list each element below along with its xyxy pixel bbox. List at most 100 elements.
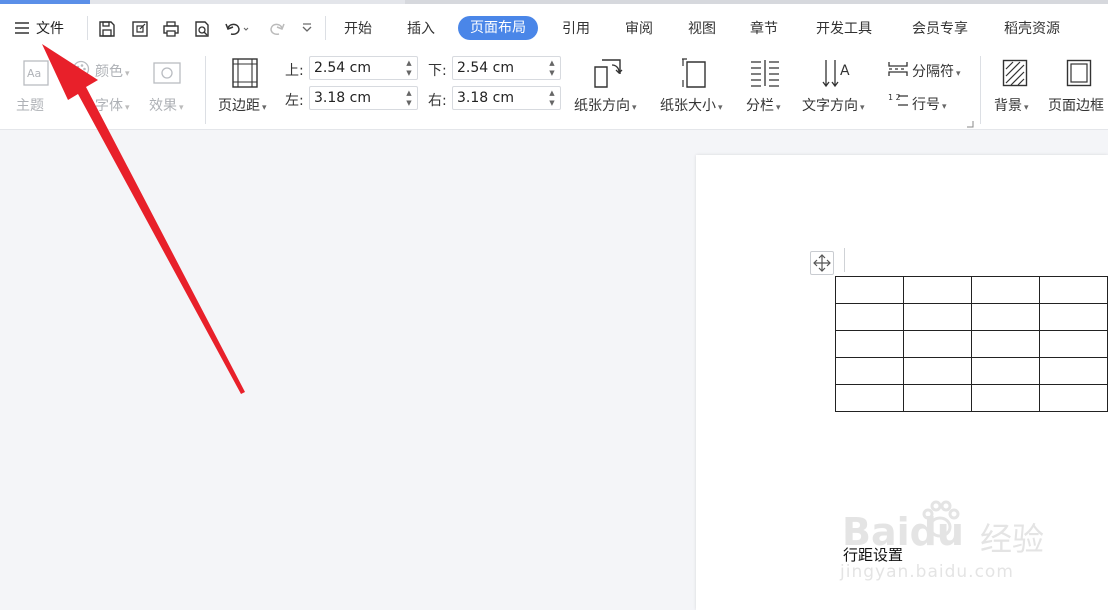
- document-table[interactable]: [835, 276, 1108, 412]
- file-menu-button[interactable]: 文件: [14, 18, 64, 38]
- effect-icon[interactable]: [153, 62, 181, 84]
- table-cell[interactable]: [971, 276, 1040, 304]
- background-label: 背景: [994, 98, 1022, 114]
- color-dropdown[interactable]: 颜色 ▾: [95, 61, 130, 81]
- tab-developer[interactable]: 开发工具: [816, 18, 872, 40]
- palette-icon[interactable]: [72, 60, 90, 78]
- color-label: 颜色: [95, 64, 123, 80]
- right-margin-input[interactable]: 3.18 cm ▲ ▼: [452, 86, 561, 110]
- table-cell[interactable]: [1039, 303, 1108, 331]
- table-cell[interactable]: [1039, 330, 1108, 358]
- tab-member[interactable]: 会员专享: [912, 18, 968, 40]
- top-margin-input[interactable]: 2.54 cm ▲ ▼: [309, 56, 418, 80]
- line-numbers-dropdown[interactable]: 行号 ▾: [912, 94, 947, 114]
- undo-icon[interactable]: [224, 20, 250, 38]
- table-row: [835, 276, 1108, 304]
- divider: [325, 16, 326, 40]
- table-row: [835, 357, 1108, 385]
- save-icon[interactable]: [98, 20, 116, 38]
- bottom-margin-input[interactable]: 2.54 cm ▲ ▼: [452, 56, 561, 80]
- theme-icon[interactable]: Aa: [23, 60, 49, 86]
- table-cell[interactable]: [971, 303, 1040, 331]
- tab-insert[interactable]: 插入: [407, 18, 435, 40]
- redo-icon[interactable]: [268, 20, 286, 38]
- page-margins-dropdown[interactable]: 页边距 ▾: [218, 95, 267, 115]
- page-orientation-label: 纸张方向: [574, 98, 630, 114]
- text-cursor: [844, 248, 845, 272]
- customize-toolbar-icon[interactable]: [301, 20, 313, 38]
- table-cell[interactable]: [835, 276, 904, 304]
- page-border-icon[interactable]: [1066, 59, 1092, 87]
- text-direction-label: 文字方向: [802, 98, 858, 114]
- page-orientation-icon[interactable]: [592, 57, 628, 89]
- table-cell[interactable]: [971, 384, 1040, 412]
- page-size-label: 纸张大小: [660, 98, 716, 114]
- tab-review[interactable]: 审阅: [625, 18, 653, 40]
- line-numbers-label: 行号: [912, 97, 940, 113]
- tab-references[interactable]: 引用: [562, 18, 590, 40]
- line-numbers-icon[interactable]: 1 2: [887, 91, 909, 111]
- table-cell[interactable]: [1039, 276, 1108, 304]
- table-cell[interactable]: [971, 357, 1040, 385]
- background-dropdown[interactable]: 背景 ▾: [994, 95, 1029, 115]
- effect-label: 效果: [149, 98, 177, 114]
- table-cell[interactable]: [903, 384, 972, 412]
- table-cell[interactable]: [1039, 384, 1108, 412]
- spin-arrows-icon[interactable]: ▲ ▼: [548, 59, 556, 77]
- tab-chapter[interactable]: 章节: [750, 18, 778, 40]
- table-cell[interactable]: [903, 303, 972, 331]
- paw-logo-icon: [922, 500, 960, 538]
- spin-arrows-icon[interactable]: ▲ ▼: [405, 59, 413, 77]
- page-margins-label: 页边距: [218, 98, 260, 114]
- table-cell[interactable]: [835, 384, 904, 412]
- effect-dropdown[interactable]: 效果 ▾: [149, 95, 184, 115]
- table-cell[interactable]: [903, 276, 972, 304]
- text-direction-dropdown[interactable]: 文字方向 ▾: [802, 95, 865, 115]
- page-margins-icon[interactable]: [231, 57, 259, 89]
- divider: [87, 16, 88, 40]
- export-pdf-icon[interactable]: [131, 20, 149, 38]
- tab-view[interactable]: 视图: [688, 18, 716, 40]
- table-cell[interactable]: [903, 357, 972, 385]
- table-row: [835, 303, 1108, 331]
- page-size-dropdown[interactable]: 纸张大小 ▾: [660, 95, 723, 115]
- table-row: [835, 330, 1108, 358]
- print-icon[interactable]: [162, 20, 180, 38]
- theme-label[interactable]: 主题: [16, 95, 44, 115]
- columns-dropdown[interactable]: 分栏 ▾: [746, 95, 781, 115]
- tab-home[interactable]: 开始: [344, 18, 372, 40]
- ribbon-divider: [205, 56, 206, 124]
- spin-arrows-icon[interactable]: ▲ ▼: [405, 89, 413, 107]
- breaks-label: 分隔符: [912, 64, 954, 80]
- table-cell[interactable]: [835, 357, 904, 385]
- page-size-icon[interactable]: [680, 57, 710, 89]
- left-margin-input[interactable]: 3.18 cm ▲ ▼: [309, 86, 418, 110]
- table-cell[interactable]: [835, 330, 904, 358]
- top-margin-label: 上:: [285, 63, 304, 79]
- svg-text:Aa: Aa: [27, 67, 41, 80]
- background-icon[interactable]: [1002, 59, 1028, 87]
- font-dropdown[interactable]: 字体 ▾: [95, 95, 130, 115]
- table-cell[interactable]: [971, 330, 1040, 358]
- top-margin-value: 2.54 cm: [314, 60, 371, 76]
- spin-arrows-icon[interactable]: ▲ ▼: [548, 89, 556, 107]
- table-cell[interactable]: [1039, 357, 1108, 385]
- print-preview-icon[interactable]: [193, 20, 211, 38]
- font-label: 字体: [95, 98, 123, 114]
- tab-docer-resources[interactable]: 稻壳资源: [1004, 18, 1060, 40]
- page-break-icon[interactable]: [887, 60, 909, 78]
- breaks-dropdown[interactable]: 分隔符 ▾: [912, 61, 961, 81]
- page-border-button[interactable]: 页面边框: [1048, 95, 1104, 115]
- svg-text:A: A: [840, 63, 850, 79]
- columns-icon[interactable]: [749, 59, 781, 87]
- hamburger-menu-icon: [15, 22, 29, 34]
- watermark-brand-cn: 经验: [980, 520, 1045, 558]
- ribbon-divider: [980, 56, 981, 124]
- page-orientation-dropdown[interactable]: 纸张方向 ▾: [574, 95, 637, 115]
- dialog-launcher-icon[interactable]: [966, 120, 974, 128]
- text-direction-icon[interactable]: A: [821, 57, 853, 89]
- table-cell[interactable]: [835, 303, 904, 331]
- table-cell[interactable]: [903, 330, 972, 358]
- tab-page-layout[interactable]: 页面布局: [458, 16, 538, 40]
- table-move-handle[interactable]: [810, 251, 834, 275]
